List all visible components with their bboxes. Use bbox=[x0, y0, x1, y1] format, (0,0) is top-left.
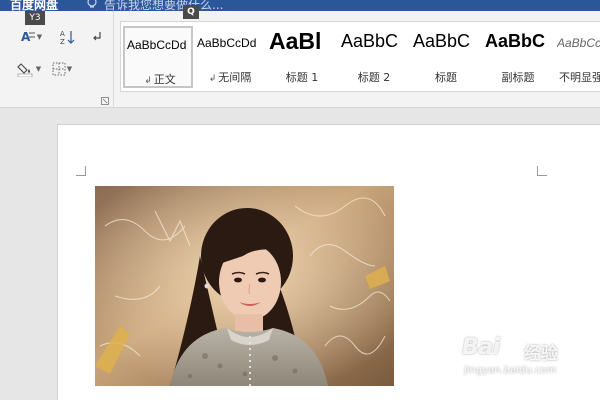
style-preview: AaBbCcDd bbox=[557, 36, 600, 50]
chevron-down-icon: ▼ bbox=[66, 65, 73, 73]
margin-corner-mark bbox=[537, 166, 547, 176]
lightbulb-icon bbox=[87, 0, 97, 8]
keytip-y3: Y3 bbox=[25, 11, 45, 25]
title-bar: 百度网盘 告诉我您想要做什么... bbox=[0, 0, 600, 11]
dialog-launcher-icon[interactable] bbox=[101, 97, 109, 105]
style-label: 标题 bbox=[435, 71, 457, 84]
style-label: ↲ 正文 bbox=[144, 73, 176, 86]
style-label: 标题 1 bbox=[285, 71, 319, 84]
paragraph-mark-icon: ↲ bbox=[208, 74, 217, 84]
text-effects-icon: A bbox=[21, 30, 35, 44]
inserted-photo[interactable] bbox=[95, 186, 394, 386]
chevron-down-icon: ▼ bbox=[35, 65, 42, 73]
svg-text:A: A bbox=[60, 30, 65, 38]
keytip-q: Q bbox=[183, 5, 199, 19]
paragraph-group: A ▼ A Z ▼ ▼ bbox=[0, 11, 114, 108]
watermark-logo: Bai bbox=[462, 335, 500, 360]
style-heading-1[interactable]: AaBl 标题 1 bbox=[267, 26, 337, 88]
styles-gallery: AaBbCcDd ↲ 正文 AaBbCcDd ↲ 无间隔 AaBl 标题 1 AaB… bbox=[120, 21, 600, 92]
paragraph-mark-icon: ↲ bbox=[144, 76, 152, 86]
style-subtle-emphasis[interactable]: AaBbCcDd 不明显强调 bbox=[555, 26, 600, 88]
style-preview: AaBbC bbox=[485, 31, 546, 51]
svg-text:Z: Z bbox=[60, 38, 65, 45]
paw-icon bbox=[500, 337, 522, 357]
style-heading-2[interactable]: AaBbC 标题 2 bbox=[339, 26, 409, 88]
style-title[interactable]: AaBbC 标题 bbox=[411, 26, 481, 88]
style-preview: AaBbCcDd bbox=[127, 38, 187, 52]
style-no-spacing[interactable]: AaBbCcDd ↲ 无间隔 bbox=[195, 26, 265, 88]
sort-button[interactable]: A Z bbox=[58, 28, 76, 46]
baidu-netdisk-tab[interactable]: 百度网盘 bbox=[10, 0, 58, 11]
baidu-jingyan-watermark: Bai 经验 jingyan.baidu.com bbox=[462, 335, 572, 385]
portrait-photo-icon bbox=[95, 186, 394, 386]
tell-me-search[interactable]: 告诉我您想要做什么... bbox=[104, 0, 223, 11]
style-label: 副标题 bbox=[501, 71, 535, 84]
show-marks-icon bbox=[93, 32, 101, 41]
style-preview: AaBbC bbox=[341, 31, 399, 51]
shading-button[interactable]: ▼ bbox=[14, 60, 44, 78]
borders-icon bbox=[52, 62, 66, 76]
style-preview: AaBl bbox=[269, 28, 322, 52]
watermark-name: 经验 bbox=[524, 344, 558, 364]
style-label: 不明显强调 bbox=[559, 71, 600, 84]
text-effects-button[interactable]: A ▼ bbox=[18, 28, 44, 46]
style-label: 标题 2 bbox=[357, 71, 391, 84]
ribbon: A ▼ A Z ▼ ▼ AaBbCcDd ↲ 正文 AaBbCcDd ↲ 无间隔… bbox=[0, 11, 600, 108]
show-marks-button[interactable] bbox=[88, 28, 106, 46]
style-label: ↲ 无间隔 bbox=[208, 71, 252, 84]
shading-icon bbox=[17, 63, 33, 77]
style-preview: AaBbCcDd bbox=[197, 36, 257, 50]
watermark-url: jingyan.baidu.com bbox=[464, 365, 557, 376]
borders-button[interactable]: ▼ bbox=[48, 60, 76, 78]
margin-corner-mark bbox=[76, 166, 86, 176]
style-subtitle[interactable]: AaBbC 副标题 bbox=[483, 26, 553, 88]
style-normal[interactable]: AaBbCcDd ↲ 正文 bbox=[123, 26, 193, 88]
chevron-down-icon: ▼ bbox=[36, 33, 43, 41]
sort-icon: A Z bbox=[60, 30, 75, 45]
style-preview: AaBbC bbox=[413, 31, 471, 51]
